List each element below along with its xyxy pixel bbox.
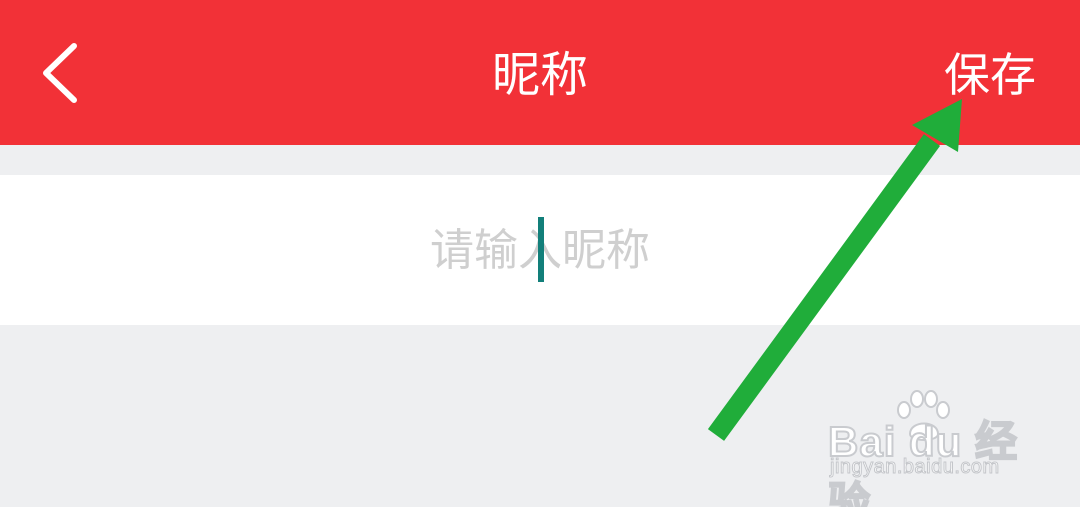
back-button[interactable] — [30, 38, 90, 108]
baidu-jingyan-watermark: Bai du 经验 jingyan.baidu.com — [827, 390, 1028, 507]
page-title: 昵称 — [491, 47, 588, 103]
chevron-left-icon — [43, 43, 77, 103]
watermark-url: jingyan.baidu.com — [830, 456, 1000, 479]
nickname-input[interactable] — [0, 175, 1080, 325]
nickname-input-row — [0, 175, 1080, 325]
watermark-brand: Bai du 经验 — [827, 417, 1019, 507]
nickname-edit-screen: 昵称 保存 Bai du 经验 jingyan.baidu.com — [0, 0, 1080, 507]
header-bar: 昵称 保存 — [0, 0, 1080, 145]
save-button[interactable]: 保存 — [944, 40, 1036, 110]
paw-icon — [897, 390, 950, 441]
